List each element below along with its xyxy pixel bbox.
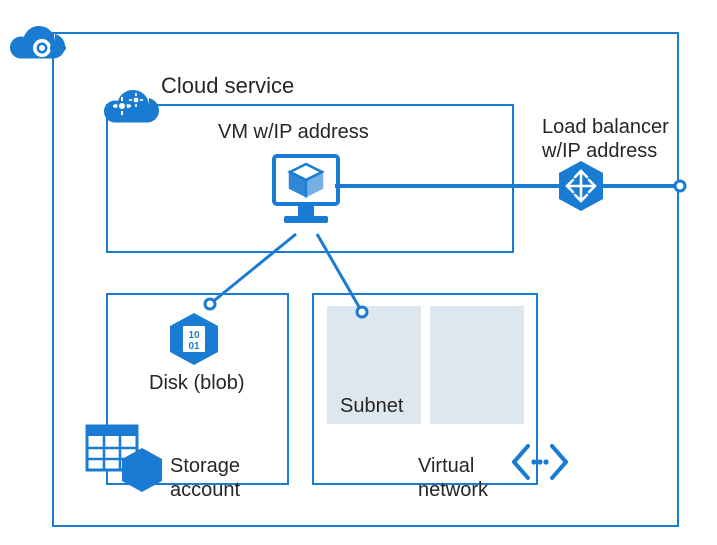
subnet-block-secondary [430, 306, 524, 424]
storage-hex-icon [120, 446, 164, 494]
diagram-canvas: 10 01 Cloud service VM w/IP address Load… [0, 0, 717, 545]
vnet-label-1: Virtual [418, 455, 474, 478]
disk-blob-icon: 10 01 [168, 311, 220, 367]
load-balancer-icon [557, 159, 605, 213]
svg-text:10: 10 [188, 330, 200, 341]
subnet-label: Subnet [340, 395, 403, 418]
svg-text:01: 01 [188, 341, 200, 352]
vm-icon [270, 152, 342, 234]
load-balancer-label-1: Load balancer [542, 116, 669, 139]
storage-label-1: Storage [170, 455, 240, 478]
azure-cloud-icon [0, 12, 72, 62]
disk-blob-label: Disk (blob) [149, 372, 245, 395]
cloud-service-icon [94, 78, 164, 130]
virtual-network-icon [508, 438, 572, 486]
cloud-service-label: Cloud service [161, 73, 294, 98]
load-balancer-label-2: w/IP address [542, 140, 657, 163]
vm-ip-label: VM w/IP address [218, 121, 369, 144]
vnet-label-2: network [418, 479, 488, 502]
storage-label-2: account [170, 479, 240, 502]
